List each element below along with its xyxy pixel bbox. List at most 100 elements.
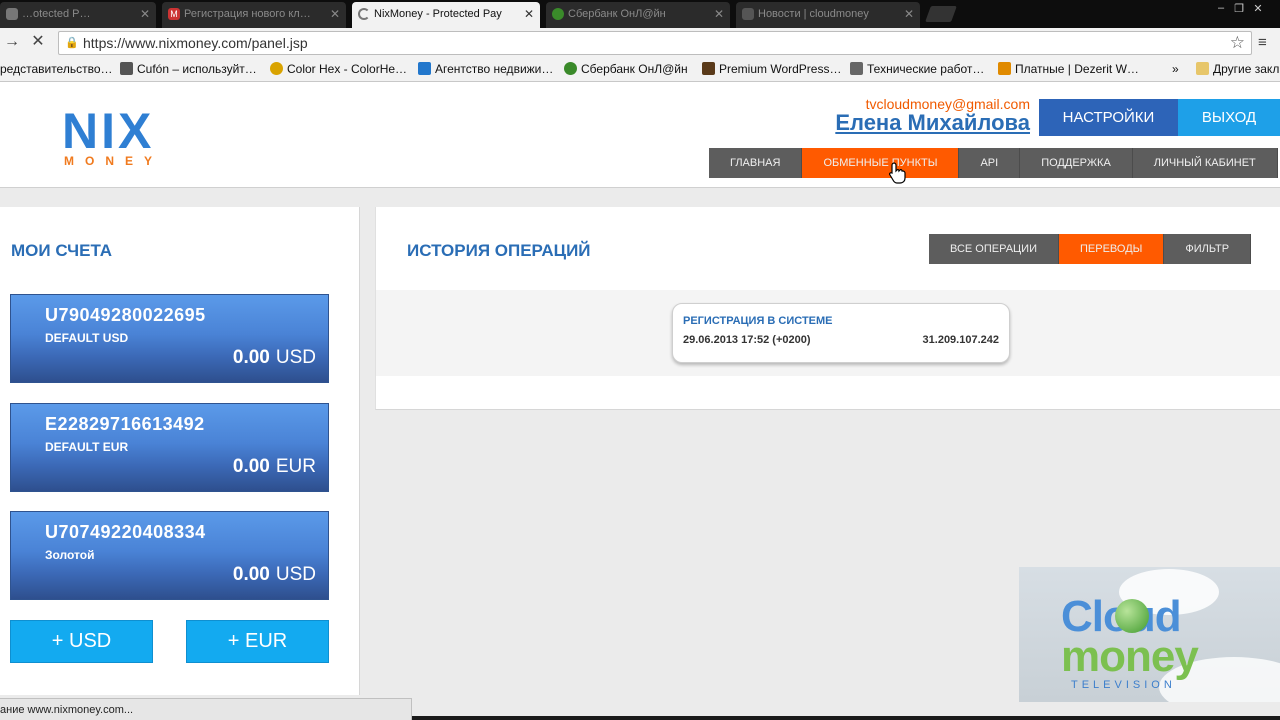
close-icon[interactable]: ✕ (714, 2, 724, 26)
add-eur-button[interactable]: + EUR (186, 620, 329, 663)
balance-currency: USD (275, 564, 316, 585)
user-name-link[interactable]: Елена Михайлова (790, 110, 1030, 136)
account-balance: 0.00 USD (233, 347, 316, 369)
browser-tab[interactable]: …otected P… ✕ (0, 2, 156, 28)
nav-personal-cabinet[interactable]: ЛИЧНЫЙ КАБИНЕТ (1133, 148, 1278, 178)
sberbank-icon (552, 8, 564, 20)
tab-title: …otected P… (22, 8, 91, 20)
close-icon[interactable]: ✕ (904, 2, 914, 26)
bookmark-item[interactable]: Технические работ… (850, 62, 984, 76)
add-usd-button[interactable]: + USD (10, 620, 153, 663)
cloudmoney-watermark: Cloud money TELEVISION (1019, 567, 1280, 702)
account-label: DEFAULT EUR (45, 440, 129, 454)
close-icon[interactable]: ✕ (140, 2, 150, 26)
account-card[interactable]: U70749220408334 Золотой 0.00 USD (10, 511, 329, 600)
accounts-title: МОИ СЧЕТА (11, 241, 113, 260)
account-label: Золотой (45, 548, 95, 562)
hand-cursor-icon (889, 162, 906, 184)
address-bar[interactable]: 🔒 https://www.nixmoney.com/panel.jsp ☆ (58, 31, 1252, 55)
bookmark-label: Сбербанк ОнЛ@йн (581, 62, 688, 76)
browser-tabstrip: …otected P… ✕ M Регистрация нового кл… ✕… (0, 0, 1280, 28)
bookmark-label: Другие закл (1213, 62, 1280, 76)
balance-currency: USD (275, 347, 316, 368)
browser-toolbar: → ✕ 🔒 https://www.nixmoney.com/panel.jsp… (0, 28, 1280, 58)
bookmark-item[interactable]: Сбербанк ОнЛ@йн (564, 62, 688, 76)
account-balance: 0.00 USD (233, 564, 316, 586)
nixmoney-logo[interactable]: NIX MONEY (62, 106, 174, 178)
other-bookmarks[interactable]: Другие закл (1196, 62, 1279, 76)
balance-amount: 0.00 (232, 456, 270, 477)
minimize-icon[interactable]: – (1212, 2, 1230, 14)
history-title: ИСТОРИЯ ОПЕРАЦИЙ (407, 241, 591, 260)
account-number: U70749220408334 (45, 522, 206, 542)
close-window-icon[interactable]: ✕ (1249, 2, 1267, 15)
browser-tab[interactable]: M Регистрация нового кл… ✕ (162, 2, 346, 28)
menu-icon[interactable]: ≡ (1258, 34, 1267, 51)
settings-button[interactable]: НАСТРОЙКИ (1039, 99, 1178, 136)
balance-amount: 0.00 (232, 347, 270, 368)
account-number: E22829716613492 (45, 414, 205, 434)
bookmark-item[interactable]: Cufón – используйт… (120, 62, 257, 76)
history-panel: ИСТОРИЯ ОПЕРАЦИЙ ВСЕ ОПЕРАЦИИ ПЕРЕВОДЫ Ф… (375, 207, 1280, 410)
account-balance: 0.00 EUR (233, 456, 316, 478)
bottom-strip (412, 716, 1280, 720)
site-header: NIX MONEY tvcloudmoney@gmail.com Елена М… (0, 82, 1280, 188)
nav-support[interactable]: ПОДДЕРЖКА (1020, 148, 1133, 178)
bookmarks-more[interactable]: » (1172, 62, 1179, 76)
bookmark-item[interactable]: Агентство недвижи… (418, 62, 553, 76)
operation-ip: 31.209.107.242 (922, 334, 999, 346)
nav-exchange-points[interactable]: ОБМЕННЫЕ ПУНКТЫ (802, 148, 960, 178)
colorhex-icon (270, 62, 283, 75)
close-icon[interactable]: ✕ (330, 2, 340, 26)
close-icon[interactable]: ✕ (524, 2, 534, 26)
account-number: U79049280022695 (45, 305, 206, 325)
account-card[interactable]: E22829716613492 DEFAULT EUR 0.00 EUR (10, 403, 329, 492)
page-content: NIX MONEY tvcloudmoney@gmail.com Елена М… (0, 82, 1280, 720)
folder-icon (1196, 62, 1209, 75)
watermark-line3: TELEVISION (1071, 679, 1176, 691)
bookmark-item[interactable]: Premium WordPress… (702, 62, 841, 76)
nav-api[interactable]: API (959, 148, 1021, 178)
balance-amount: 0.00 (232, 564, 270, 585)
bookmark-label: редставительство… (0, 62, 113, 76)
watermark-line2: money (1061, 632, 1199, 681)
globe-icon (1115, 599, 1149, 633)
browser-tab[interactable]: Новости | cloudmoney ✕ (736, 2, 920, 28)
new-tab-button[interactable] (925, 6, 957, 22)
filter-transfers[interactable]: ПЕРЕВОДЫ (1059, 234, 1165, 264)
url-text[interactable]: https://www.nixmoney.com/panel.jsp (83, 35, 308, 51)
agency-icon (418, 62, 431, 75)
bookmark-label: Агентство недвижи… (435, 62, 554, 76)
history-filters: ВСЕ ОПЕРАЦИИ ПЕРЕВОДЫ ФИЛЬТР (929, 234, 1252, 264)
stop-icon[interactable]: ✕ (28, 32, 48, 52)
page-icon (742, 8, 754, 20)
filter-all-operations[interactable]: ВСЕ ОПЕРАЦИИ (929, 234, 1059, 264)
operation-item[interactable]: РЕГИСТРАЦИЯ В СИСТЕМЕ 29.06.2013 17:52 (… (672, 303, 1010, 363)
filter-button[interactable]: ФИЛЬТР (1164, 234, 1252, 264)
tab-title: NixMoney - Protected Pay (374, 8, 502, 20)
balance-currency: EUR (275, 456, 316, 477)
account-card[interactable]: U79049280022695 DEFAULT USD 0.00 USD (10, 294, 329, 383)
operation-date: 29.06.2013 17:52 (+0200) (683, 334, 811, 346)
history-list: РЕГИСТРАЦИЯ В СИСТЕМЕ 29.06.2013 17:52 (… (376, 290, 1280, 376)
accounts-panel: МОИ СЧЕТА U79049280022695 DEFAULT USD 0.… (0, 207, 360, 695)
lock-icon: 🔒 (65, 37, 79, 49)
bookmark-item[interactable]: редставительство… (0, 62, 113, 76)
forward-icon[interactable]: → (2, 32, 22, 52)
sberbank-icon (564, 62, 577, 75)
gmail-icon: M (168, 8, 180, 20)
dezerit-icon (998, 62, 1011, 75)
logo-subtext: MONEY (64, 154, 164, 168)
logout-button[interactable]: ВЫХОД (1178, 99, 1280, 136)
bookmark-item[interactable]: Платные | Dezerit W… (998, 62, 1139, 76)
bookmark-star-icon[interactable]: ☆ (1230, 33, 1245, 53)
bookmark-label: Premium WordPress… (719, 62, 842, 76)
bookmark-item[interactable]: Color Hex - ColorHe… (270, 62, 407, 76)
tab-title: Регистрация нового кл… (184, 8, 311, 20)
restore-icon[interactable]: ❐ (1230, 2, 1248, 15)
nav-home[interactable]: ГЛАВНАЯ (709, 148, 803, 178)
page-icon (850, 62, 863, 75)
browser-tab-active[interactable]: NixMoney - Protected Pay ✕ (352, 2, 540, 28)
browser-tab[interactable]: Сбербанк ОнЛ@йн ✕ (546, 2, 730, 28)
wordpress-icon (702, 62, 715, 75)
